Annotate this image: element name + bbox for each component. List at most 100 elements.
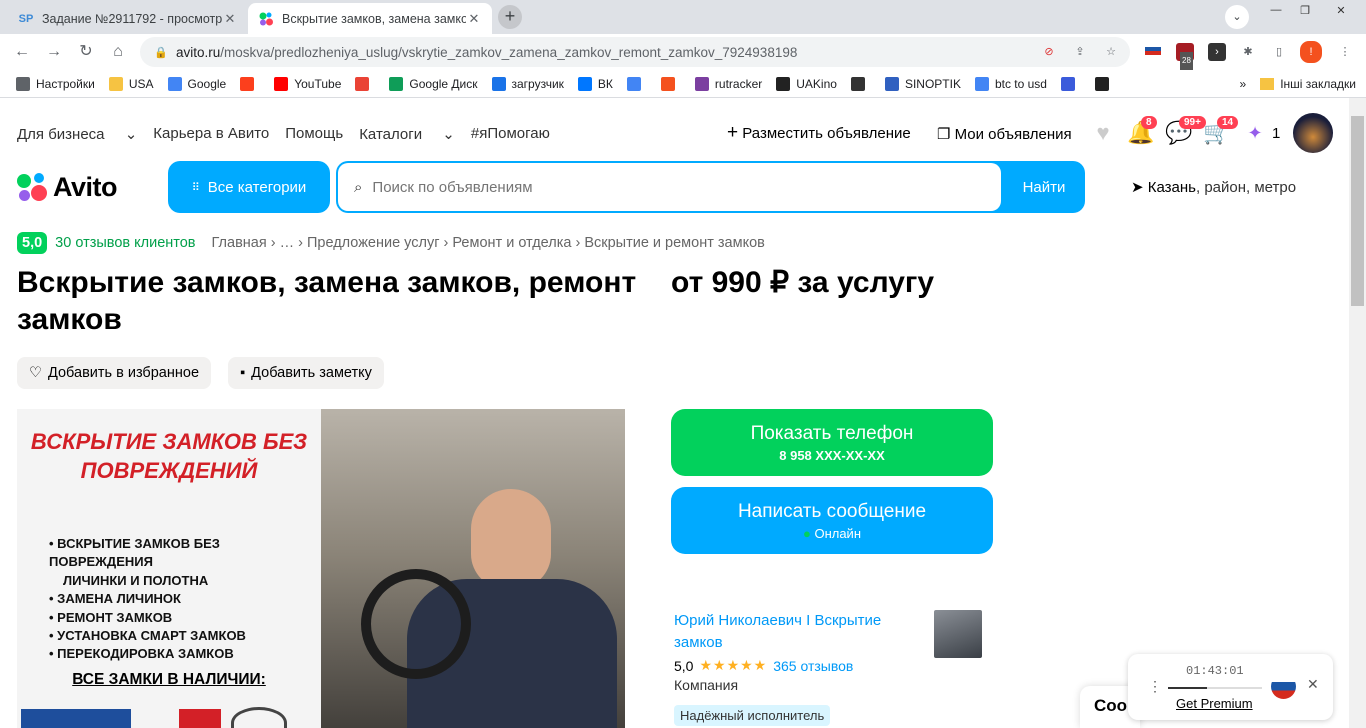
more-bookmarks-button[interactable]: » <box>1240 77 1247 91</box>
star-bookmark-icon[interactable]: ☆ <box>1102 43 1120 61</box>
bonus-ticket-icon[interactable]: ✦ <box>1241 123 1269 151</box>
page-scrollbar[interactable] <box>1349 98 1366 728</box>
link-business[interactable]: Для бизнеса ⌄ <box>17 125 137 143</box>
seller-avatar[interactable] <box>934 610 982 658</box>
other-bookmarks[interactable]: Інші закладки <box>1260 77 1356 91</box>
messages-icon[interactable]: 💬 99+ <box>1165 116 1206 148</box>
my-ads-button[interactable]: ❐ Мои объявления <box>937 125 1072 143</box>
blocked-icon[interactable]: ⊘ <box>1040 43 1058 61</box>
reviews-link[interactable]: 30 отзывов клиентов <box>55 235 195 251</box>
bookmark-item[interactable] <box>626 76 647 91</box>
minimize-button[interactable]: — <box>1262 4 1290 20</box>
get-premium-link[interactable]: Get Premium <box>1176 696 1253 711</box>
bookmark-item[interactable]: ВК <box>577 76 613 91</box>
search-input[interactable]: ⌕ Поиск по объявлениям <box>338 163 1001 211</box>
scrollbar-thumb[interactable] <box>1351 116 1364 306</box>
cart-badge: 14 <box>1217 116 1239 129</box>
close-icon[interactable]: ✕ <box>1307 676 1319 693</box>
post-ad-button[interactable]: + Разместить объявление <box>727 123 911 142</box>
bookmark-item[interactable]: USA <box>108 76 154 91</box>
back-icon[interactable]: ← <box>12 42 32 62</box>
write-message-button[interactable]: Написать сообщение ● Онлайн <box>671 487 993 554</box>
bookmark-item[interactable] <box>1094 76 1115 91</box>
bookmark-item[interactable]: Google <box>167 76 227 91</box>
reload-icon[interactable]: ↻ <box>76 42 96 62</box>
bookmark-label: SINOPTIK <box>904 76 961 91</box>
avatar[interactable] <box>1293 113 1333 153</box>
notifications-bell-icon[interactable]: 🔔 8 <box>1127 116 1157 148</box>
close-tab-icon[interactable]: ✕ <box>222 11 238 27</box>
link-ya-pomogayu[interactable]: #яПомогаю <box>471 125 550 143</box>
terminal-icon[interactable]: › <box>1208 43 1226 61</box>
kebab-menu-icon[interactable]: ⋮ <box>1336 43 1354 61</box>
link-career[interactable]: Карьера в Авито <box>153 125 269 143</box>
arrow-icon <box>1060 76 1075 91</box>
russia-flag-icon[interactable] <box>1144 43 1162 61</box>
photo-service-item: ЛИЧИНКИ И ПОЛОТНА <box>63 572 209 588</box>
bookmark-item[interactable]: SINOPTIK <box>884 76 961 91</box>
infinity-icon <box>491 76 506 91</box>
bookmark-item[interactable] <box>1060 76 1081 91</box>
search-button[interactable]: Найти <box>1003 161 1085 213</box>
breadcrumb[interactable]: Главная › … › Предложение услуг › Ремонт… <box>212 235 765 251</box>
share-icon[interactable]: ⇪ <box>1071 43 1089 61</box>
google-icon <box>167 76 182 91</box>
side-panel-icon[interactable]: ▯ <box>1270 43 1288 61</box>
bookmark-item[interactable]: Настройки <box>16 76 95 91</box>
tab-search-chevron-icon[interactable]: ⌄ <box>1225 5 1249 29</box>
brand-logo-image <box>231 707 287 728</box>
bookmark-item[interactable]: Google Диск <box>389 76 478 91</box>
close-tab-icon[interactable]: ✕ <box>466 11 482 27</box>
player-progress-fill <box>1168 687 1208 689</box>
bookmark-item[interactable]: rutracker <box>694 76 762 91</box>
bookmark-item[interactable] <box>850 76 871 91</box>
bookmark-label: USA <box>128 76 154 91</box>
home-icon[interactable]: ⌂ <box>108 42 128 62</box>
bookmark-item[interactable] <box>240 76 260 91</box>
profile-alert-icon[interactable]: ! <box>1300 41 1322 63</box>
seller-name-link[interactable]: Юрий Николаевич I Вскрытие замков <box>674 610 904 654</box>
link-help[interactable]: Помощь <box>285 125 343 143</box>
location-arrow-icon: ➤ <box>1131 179 1144 196</box>
bookmark-label: Google <box>187 76 227 91</box>
restore-button[interactable]: ❐ <box>1291 4 1319 20</box>
bookmark-item[interactable]: YouTube <box>274 76 341 91</box>
favorites-heart-icon[interactable]: ♥ <box>1089 120 1117 148</box>
address-bar[interactable]: 🔒 avito.ru/moskva/predlozheniya_uslug/vs… <box>140 37 1130 67</box>
avito-logo[interactable]: Avito <box>17 172 118 203</box>
close-window-button[interactable]: ✕ <box>1321 4 1361 20</box>
location-selector[interactable]: ➤ Казань, район, метро <box>1131 178 1296 196</box>
youtube-icon <box>274 76 289 91</box>
show-phone-button[interactable]: Показать телефон 8 958 XXX-XX-XX <box>671 409 993 476</box>
all-categories-button[interactable]: ⠿ Все категории <box>168 161 330 213</box>
ublock-icon[interactable]: 28 <box>1176 43 1194 70</box>
extensions-puzzle-icon[interactable]: ✱ <box>1239 43 1257 61</box>
search-placeholder: Поиск по объявлениям <box>372 178 533 196</box>
seller-score: 5,0 <box>674 657 694 674</box>
bookmark-item[interactable]: btc to usd <box>974 76 1047 91</box>
bookmark-item[interactable] <box>355 76 375 91</box>
new-tab-button[interactable]: + <box>498 5 522 29</box>
russia-flag-icon[interactable] <box>1271 674 1296 699</box>
listing-photo[interactable]: ВСКРЫТИЕ ЗАМКОВ БЕЗ ПОВРЕЖДЕНИЙ ВСКРЫТИЕ… <box>17 409 625 728</box>
browser-tab-avito[interactable]: Вскрытие замков, замена замко ✕ <box>248 3 492 34</box>
tab-title: Вскрытие замков, замена замко <box>282 11 466 26</box>
logo-text: Avito <box>53 172 118 202</box>
add-note-button[interactable]: ▪ Добавить заметку <box>228 357 384 389</box>
add-favorite-button[interactable]: ♡ Добавить в избранное <box>17 357 212 389</box>
bookmark-item[interactable]: загрузчик <box>491 76 564 91</box>
bookmark-item[interactable] <box>660 76 681 91</box>
forward-icon[interactable]: → <box>44 42 64 62</box>
cart-icon[interactable]: 🛒 14 <box>1203 116 1239 148</box>
browser-tab-task[interactable]: SP Задание №2911792 - просмотр ✕ <box>8 3 248 34</box>
page-title: Вскрытие замков, замена замков, ремонт з… <box>17 266 637 336</box>
seller-reviews-link[interactable]: 365 отзывов <box>773 658 853 674</box>
link-catalogs[interactable]: Каталоги ⌄ <box>359 125 455 143</box>
grid-dots-icon: ⠿ <box>191 181 200 194</box>
bookmark-item[interactable]: UAKino <box>776 76 837 91</box>
bookmark-label: ВК <box>597 76 613 91</box>
notifications-badge: 8 <box>1141 116 1157 129</box>
translate-icon <box>626 76 641 91</box>
player-menu-icon[interactable]: ⋮ <box>1148 678 1162 695</box>
player-progress-bar[interactable] <box>1168 687 1262 689</box>
